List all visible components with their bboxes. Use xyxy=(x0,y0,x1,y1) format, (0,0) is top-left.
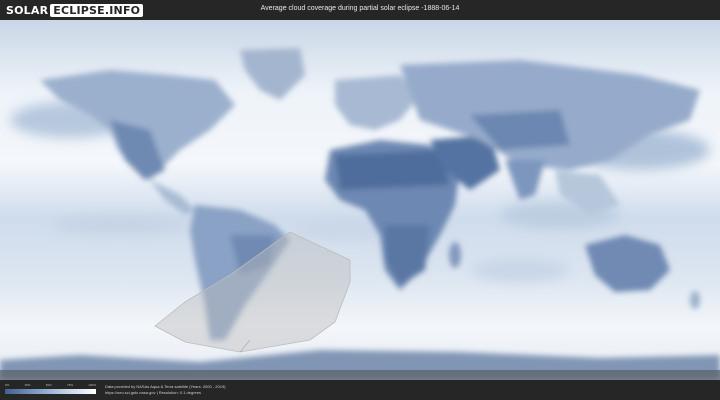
cloud-coverage-legend xyxy=(5,389,96,394)
world-map[interactable] xyxy=(0,20,720,380)
madagascar xyxy=(449,242,461,268)
sahara-clear xyxy=(335,150,450,190)
top-bar: SOLAR ECLIPSE.INFO Average cloud coverag… xyxy=(0,0,720,20)
site-logo[interactable]: SOLAR ECLIPSE.INFO xyxy=(6,3,144,17)
new-zealand xyxy=(690,291,700,309)
data-credits: Data provided by NASAs Aqua & Terra sate… xyxy=(105,384,226,396)
logo-eclipse-info: ECLIPSE.INFO xyxy=(50,3,144,17)
logo-solar: SOLAR xyxy=(6,3,49,17)
credits-line-2: https://neo.sci.gsfc.nasa.gov | Resoluti… xyxy=(105,390,201,395)
antarctic-edge xyxy=(0,370,720,380)
page-title: Average cloud coverage during partial so… xyxy=(260,5,460,12)
